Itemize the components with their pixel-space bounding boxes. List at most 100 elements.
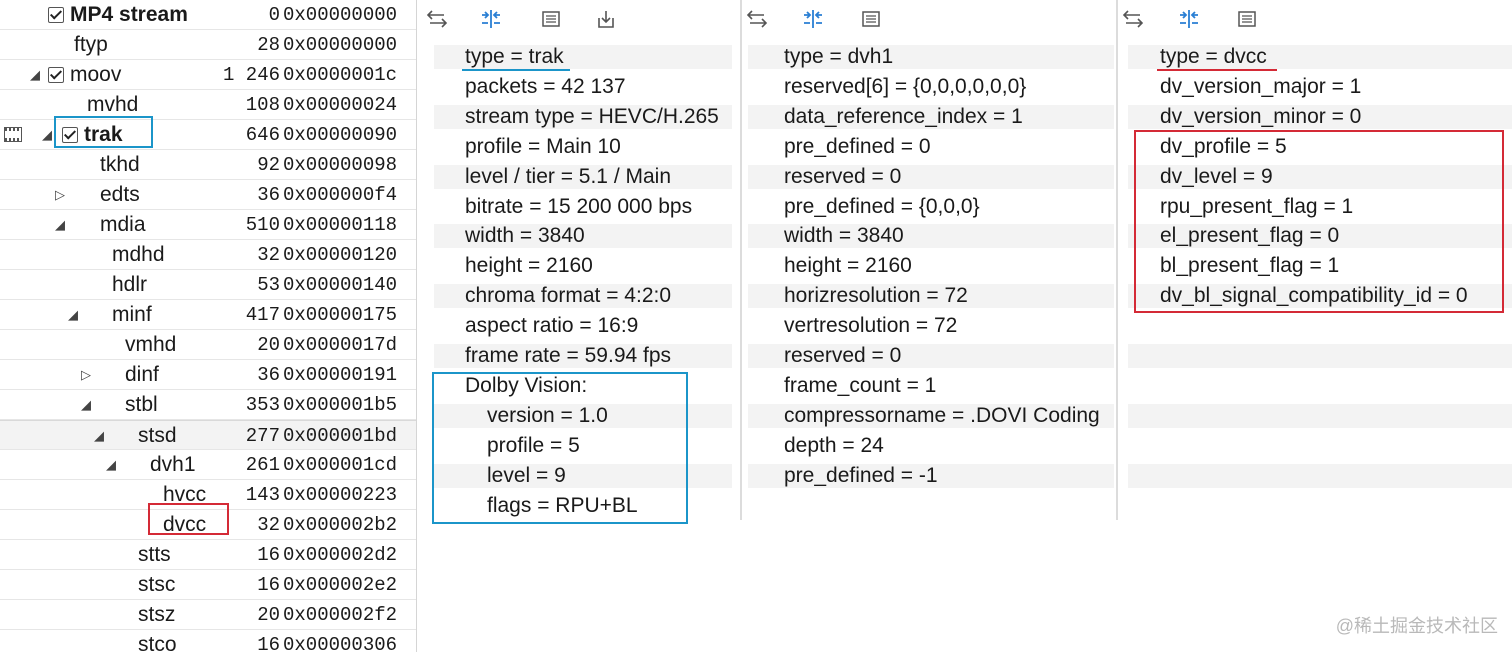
split-columns-icon[interactable] (480, 8, 502, 30)
tree-row-mdhd[interactable]: mdhd 32 0x00000120 (0, 240, 416, 270)
box-offset: 0x00000175 (283, 304, 398, 326)
tree-row-mp4-stream[interactable]: MP4 stream 0 0x00000000 (0, 0, 416, 30)
dvcc-properties-panel: type = dvcc dv_version_major = 1 dv_versio… (1118, 0, 1512, 652)
box-offset: 0x000002e2 (283, 574, 398, 596)
box-offset: 0x00000223 (283, 484, 398, 506)
box-size: 16 (257, 544, 280, 566)
tree-row-ftyp[interactable]: ftyp 28 0x00000000 (0, 30, 416, 60)
box-offset: 0x000000f4 (283, 184, 398, 206)
box-size: 108 (245, 94, 280, 116)
panel_trak-line: width = 3840 (465, 224, 585, 248)
box-size: 32 (257, 244, 280, 266)
type-trak-underline (462, 69, 570, 71)
type-dvcc-underline (1157, 69, 1277, 71)
box-name: stts (138, 543, 171, 566)
collapsed-triangle-icon[interactable]: ▷ (53, 180, 67, 210)
expanded-triangle-icon[interactable]: ◢ (28, 60, 42, 90)
box-offset: 0x000002f2 (283, 604, 398, 626)
tree-row-dinf[interactable]: ▷ dinf 36 0x00000191 (0, 360, 416, 390)
box-offset: 0x00000000 (283, 34, 398, 56)
expanded-triangle-icon[interactable]: ◢ (79, 390, 93, 420)
tree-row-dvh1[interactable]: ◢ dvh1 261 0x000001cd (0, 450, 416, 480)
box-size: 36 (257, 184, 280, 206)
box-offset: 0x0000001c (283, 64, 398, 86)
box-offset: 0x00000118 (283, 214, 398, 236)
expanded-triangle-icon[interactable]: ◢ (53, 210, 67, 240)
box-name: stsc (138, 573, 176, 596)
box-offset: 0x000001bd (283, 425, 398, 447)
expanded-triangle-icon[interactable]: ◢ (104, 450, 118, 480)
tree-row-moov[interactable]: ◢ moov 1 246 0x0000001c (0, 60, 416, 90)
panel_dvh1-line: frame_count = 1 (784, 373, 937, 397)
box-offset: 0x00000098 (283, 154, 398, 176)
tree-row-stsz[interactable]: stsz 20 0x000002f2 (0, 600, 416, 630)
row-stripe (1128, 463, 1512, 488)
panel_dvcc-line: dv_version_minor = 0 (1160, 104, 1362, 128)
box-offset: 0x00000000 (283, 4, 398, 26)
collapsed-triangle-icon[interactable]: ▷ (79, 360, 93, 390)
box-size: 277 (245, 425, 280, 447)
panel_dvh1-line: vertresolution = 72 (784, 314, 958, 338)
panel_dvh1-line: pre_defined = {0,0,0} (784, 194, 980, 218)
tree-row-stco[interactable]: stco 16 0x00000306 (0, 630, 416, 652)
box-size: 1 246 (222, 64, 280, 86)
box-size: 353 (245, 394, 280, 416)
export-icon[interactable] (595, 8, 617, 30)
sync-arrows-icon[interactable] (426, 8, 448, 30)
expanded-triangle-icon[interactable]: ◢ (92, 421, 106, 451)
film-icon (4, 127, 22, 142)
tree-row-stbl[interactable]: ◢ stbl 353 0x000001b5 (0, 390, 416, 420)
box-name: stco (138, 633, 177, 652)
row-stripe (1128, 344, 1512, 368)
tree-row-minf[interactable]: ◢ minf 417 0x00000175 (0, 300, 416, 330)
box-name: stsz (138, 603, 176, 626)
trak-toolbar (418, 0, 740, 40)
tree-row-stts[interactable]: stts 16 0x000002d2 (0, 540, 416, 570)
watermark: @稀土掘金技术社区 (1335, 616, 1498, 636)
dolby-vision-highlight-box (432, 372, 688, 524)
checkbox[interactable] (48, 67, 64, 83)
box-size: 417 (245, 304, 280, 326)
panel_dvcc-line: type = dvcc (1160, 45, 1267, 68)
tree-row-stsc[interactable]: stsc 16 0x000002e2 (0, 570, 416, 600)
panel_trak-line: level / tier = 5.1 / Main (465, 164, 672, 188)
panel_trak-line: frame rate = 59.94 fps (465, 344, 672, 367)
tree-row-mdia[interactable]: ◢ mdia 510 0x00000118 (0, 210, 416, 240)
tree-row-edts[interactable]: ▷ edts 36 0x000000f4 (0, 180, 416, 210)
panel_dvh1-line: type = dvh1 (784, 45, 894, 68)
checkbox[interactable] (48, 7, 64, 23)
panel_dvh1-line: reserved = 0 (784, 164, 902, 188)
panel_dvh1-line: horizresolution = 72 (784, 284, 968, 308)
panel_dvh1-line: width = 3840 (784, 224, 904, 248)
panel_trak-line: stream type = HEVC/H.265 (465, 104, 719, 128)
tree-row-tkhd[interactable]: tkhd 92 0x00000098 (0, 150, 416, 180)
list-view-icon[interactable] (540, 8, 562, 30)
split-columns-icon[interactable] (802, 8, 824, 30)
tree-row-stsd[interactable]: ◢ stsd 277 0x000001bd (0, 420, 416, 450)
box-offset: 0x000001b5 (283, 394, 398, 416)
box-size: 646 (245, 124, 280, 146)
box-tree-panel: MP4 stream 0 0x00000000 ftyp 28 0x00000000 ◢ mo… (0, 0, 417, 652)
box-name: dinf (125, 363, 159, 386)
split-columns-icon[interactable] (1178, 8, 1200, 30)
sync-arrows-icon[interactable] (746, 8, 768, 30)
box-name: mdia (100, 213, 146, 236)
box-offset: 0x00000090 (283, 124, 398, 146)
panel_trak-line: height = 2160 (465, 254, 593, 278)
sync-arrows-icon[interactable] (1122, 8, 1144, 30)
panel_dvh1-line: reserved = 0 (784, 344, 902, 367)
list-view-icon[interactable] (1236, 8, 1258, 30)
box-size: 36 (257, 364, 280, 386)
box-size: 53 (257, 274, 280, 296)
expanded-triangle-icon[interactable]: ◢ (66, 300, 80, 330)
box-size: 510 (245, 214, 280, 236)
trak-highlight-box (54, 116, 153, 148)
list-view-icon[interactable] (860, 8, 882, 30)
dv-fields-highlight-box (1134, 130, 1504, 313)
box-size: 0 (268, 4, 280, 26)
box-name: moov (70, 63, 122, 86)
box-offset: 0x000001cd (283, 454, 398, 476)
tree-row-vmhd[interactable]: vmhd 20 0x0000017d (0, 330, 416, 360)
expanded-triangle-icon[interactable]: ◢ (40, 120, 54, 150)
tree-row-hdlr[interactable]: hdlr 53 0x00000140 (0, 270, 416, 300)
